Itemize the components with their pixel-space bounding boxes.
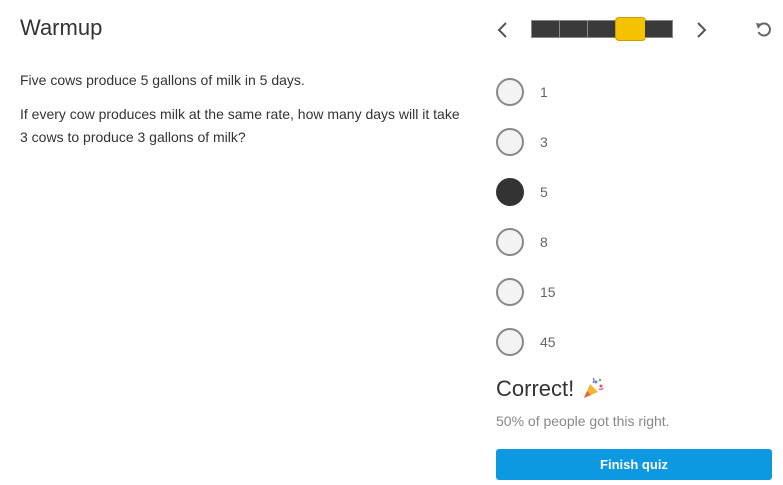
- radio-button[interactable]: [496, 128, 524, 156]
- reset-button[interactable]: [752, 18, 776, 42]
- answer-label: 3: [540, 134, 548, 150]
- progress-knob[interactable]: [614, 17, 646, 41]
- chevron-right-icon: [697, 22, 707, 38]
- progress-segment[interactable]: [560, 21, 589, 37]
- result-stat: 50% of people got this right.: [496, 413, 670, 429]
- progress-bar[interactable]: [531, 17, 673, 41]
- radio-button[interactable]: [496, 278, 524, 306]
- answer-options: 1 3 5 8 15 45: [496, 77, 556, 377]
- chevron-left-icon: [497, 22, 507, 38]
- radio-button-selected[interactable]: [496, 178, 524, 206]
- party-popper-icon: [584, 378, 604, 398]
- answer-label: 8: [540, 234, 548, 250]
- answer-option[interactable]: 15: [496, 277, 556, 307]
- question-line-1: Five cows produce 5 gallons of milk in 5…: [20, 72, 305, 88]
- answer-label: 45: [540, 334, 556, 350]
- answer-option[interactable]: 3: [496, 127, 556, 157]
- progress-segment[interactable]: [644, 21, 673, 37]
- radio-button[interactable]: [496, 228, 524, 256]
- answer-label: 5: [540, 184, 548, 200]
- page-title: Warmup: [20, 15, 103, 40]
- radio-button[interactable]: [496, 78, 524, 106]
- answer-option-selected[interactable]: 5: [496, 177, 556, 207]
- radio-button[interactable]: [496, 328, 524, 356]
- result-message: Correct!: [496, 376, 604, 402]
- undo-icon: [756, 22, 771, 37]
- finish-quiz-button[interactable]: Finish quiz: [496, 449, 772, 480]
- answer-option[interactable]: 1: [496, 77, 556, 107]
- answer-label: 1: [540, 84, 548, 100]
- progress-segment[interactable]: [532, 21, 561, 37]
- result-text: Correct!: [496, 376, 575, 401]
- previous-button[interactable]: [491, 18, 513, 42]
- progress-segment[interactable]: [588, 21, 617, 37]
- progress-segment-current[interactable]: [614, 17, 646, 41]
- answer-option[interactable]: 8: [496, 227, 556, 257]
- answer-option[interactable]: 45: [496, 327, 556, 357]
- question-line-2: If every cow produces milk at the same r…: [20, 106, 460, 145]
- question-text: Five cows produce 5 gallons of milk in 5…: [20, 69, 470, 160]
- next-button[interactable]: [691, 18, 713, 42]
- quiz-page: Warmup Five cows produce 5 gallons of mi…: [0, 0, 783, 485]
- answer-label: 15: [540, 284, 556, 300]
